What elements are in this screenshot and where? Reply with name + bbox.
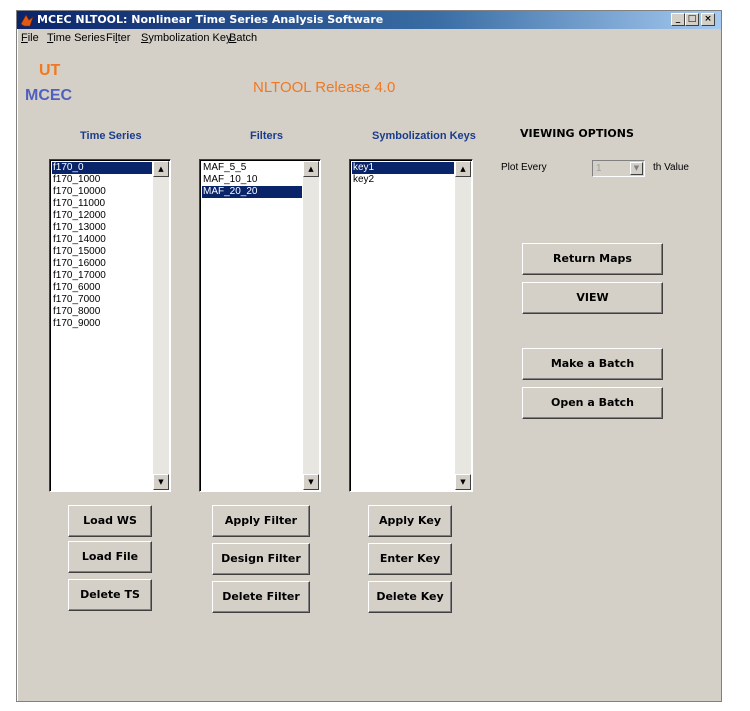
maximize-button[interactable]: □ xyxy=(685,13,699,26)
return-maps-button[interactable]: Return Maps xyxy=(522,243,663,275)
list-item[interactable]: MAF_5_5 xyxy=(202,162,302,174)
list-item[interactable]: f170_15000 xyxy=(52,246,152,258)
list-item[interactable]: f170_9000 xyxy=(52,318,152,330)
time-series-scrollbar[interactable]: ▲ ▼ xyxy=(153,161,169,490)
time-series-list: f170_0 f170_1000 f170_10000 f170_11000 f170_… xyxy=(52,162,152,330)
dropdown-arrow-icon[interactable]: ▼ xyxy=(630,162,643,175)
keys-list: key1 key2 xyxy=(352,162,454,186)
menu-filter[interactable]: Filter xyxy=(106,32,130,44)
view-button[interactable]: VIEW xyxy=(522,282,663,314)
keys-listbox[interactable]: key1 key2 ▲ ▼ xyxy=(349,159,473,492)
list-item[interactable]: f170_8000 xyxy=(52,306,152,318)
plot-every-select[interactable]: 1 ▼ xyxy=(592,160,645,177)
th-value-label: th Value xyxy=(653,162,689,173)
menu-time-series[interactable]: Time Series xyxy=(47,32,105,44)
plot-every-value: 1 xyxy=(596,163,602,174)
list-item[interactable]: f170_14000 xyxy=(52,234,152,246)
list-item[interactable]: key1 xyxy=(352,162,454,174)
scroll-up-icon[interactable]: ▲ xyxy=(455,161,471,177)
scroll-up-icon[interactable]: ▲ xyxy=(153,161,169,177)
list-item[interactable]: f170_13000 xyxy=(52,222,152,234)
list-item[interactable]: f170_12000 xyxy=(52,210,152,222)
close-button[interactable]: × xyxy=(701,13,715,26)
filters-scrollbar[interactable]: ▲ ▼ xyxy=(303,161,319,490)
list-item[interactable]: f170_17000 xyxy=(52,270,152,282)
menu-batch[interactable]: Batch xyxy=(229,32,257,44)
minimize-button[interactable]: _ xyxy=(671,13,685,26)
list-item[interactable]: f170_7000 xyxy=(52,294,152,306)
viewing-options-header: VIEWING OPTIONS xyxy=(520,127,634,140)
list-item[interactable]: MAF_10_10 xyxy=(202,174,302,186)
matlab-icon xyxy=(20,14,34,27)
ut-logo: UT xyxy=(39,62,61,79)
list-item[interactable]: f170_1000 xyxy=(52,174,152,186)
symbolization-keys-header: Symbolization Keys xyxy=(372,130,476,142)
list-item[interactable]: key2 xyxy=(352,174,454,186)
window-title: MCEC NLTOOL: Nonlinear Time Series Analy… xyxy=(37,13,384,26)
apply-filter-button[interactable]: Apply Filter xyxy=(212,505,310,537)
scroll-down-icon[interactable]: ▼ xyxy=(455,474,471,490)
menu-symbolization-key[interactable]: Symbolization Key xyxy=(141,32,232,44)
filters-listbox[interactable]: MAF_5_5 MAF_10_10 MAF_20_20 ▲ ▼ xyxy=(199,159,321,492)
scroll-up-icon[interactable]: ▲ xyxy=(303,161,319,177)
filters-header: Filters xyxy=(250,130,284,142)
filters-list: MAF_5_5 MAF_10_10 MAF_20_20 xyxy=(202,162,302,198)
list-item[interactable]: MAF_20_20 xyxy=(202,186,302,198)
load-file-button[interactable]: Load File xyxy=(68,541,152,573)
open-batch-button[interactable]: Open a Batch xyxy=(522,387,663,419)
list-item[interactable]: f170_10000 xyxy=(52,186,152,198)
enter-key-button[interactable]: Enter Key xyxy=(368,543,452,575)
scroll-down-icon[interactable]: ▼ xyxy=(153,474,169,490)
plot-every-label: Plot Every xyxy=(501,162,547,173)
list-item[interactable]: f170_11000 xyxy=(52,198,152,210)
mcec-logo: MCEC xyxy=(25,87,73,104)
design-filter-button[interactable]: Design Filter xyxy=(212,543,310,575)
title-bar[interactable]: MCEC NLTOOL: Nonlinear Time Series Analy… xyxy=(17,11,721,29)
scroll-down-icon[interactable]: ▼ xyxy=(303,474,319,490)
list-item[interactable]: f170_0 xyxy=(52,162,152,174)
delete-ts-button[interactable]: Delete TS xyxy=(68,579,152,611)
delete-filter-button[interactable]: Delete Filter xyxy=(212,581,310,613)
list-item[interactable]: f170_16000 xyxy=(52,258,152,270)
delete-key-button[interactable]: Delete Key xyxy=(368,581,452,613)
main-window: MCEC NLTOOL: Nonlinear Time Series Analy… xyxy=(16,10,722,702)
make-batch-button[interactable]: Make a Batch xyxy=(522,348,663,380)
time-series-listbox[interactable]: f170_0 f170_1000 f170_10000 f170_11000 f170_… xyxy=(49,159,171,492)
release-label: NLTOOL Release 4.0 xyxy=(253,79,396,96)
load-ws-button[interactable]: Load WS xyxy=(68,505,152,537)
menu-bar: File Time Series Filter Symbolization Ke… xyxy=(17,30,721,47)
menu-file[interactable]: File xyxy=(21,32,39,44)
keys-scrollbar[interactable]: ▲ ▼ xyxy=(455,161,471,490)
apply-key-button[interactable]: Apply Key xyxy=(368,505,452,537)
list-item[interactable]: f170_6000 xyxy=(52,282,152,294)
time-series-header: Time Series xyxy=(80,130,142,142)
